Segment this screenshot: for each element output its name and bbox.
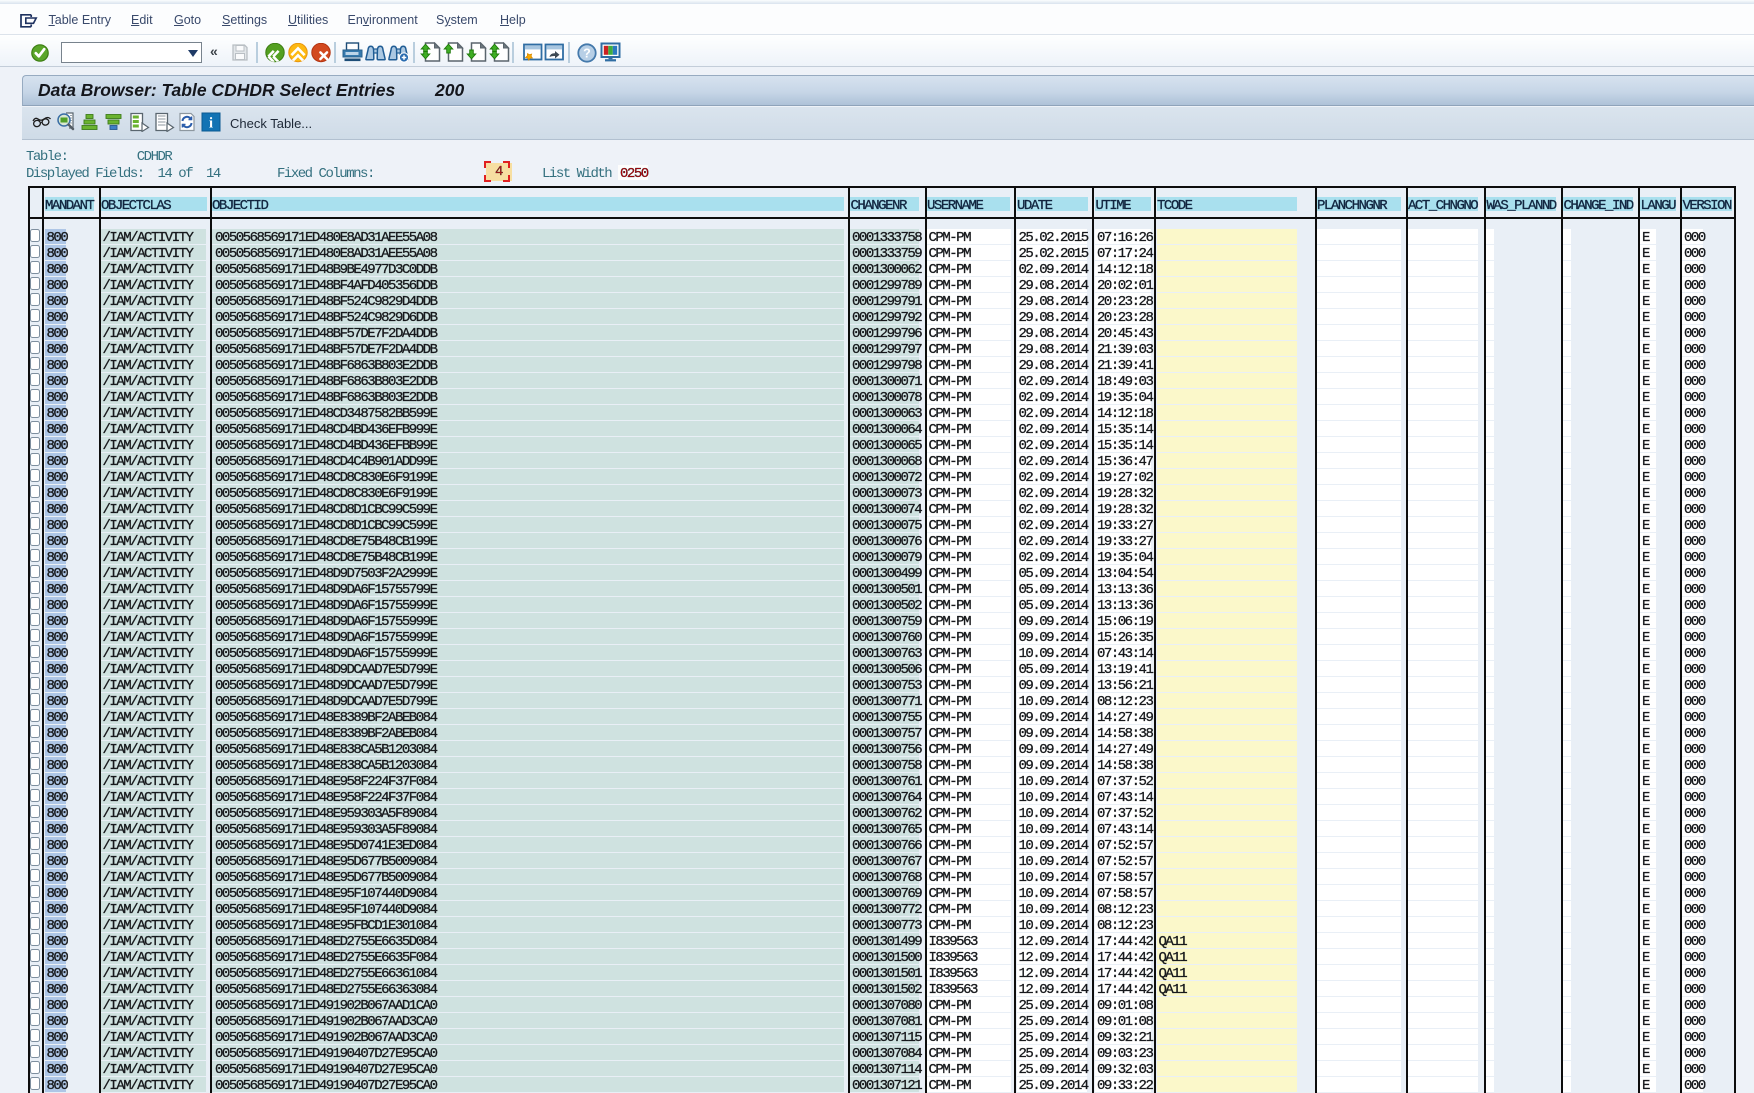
svg-text:?: ? bbox=[583, 47, 591, 61]
svg-text:i: i bbox=[209, 116, 213, 132]
